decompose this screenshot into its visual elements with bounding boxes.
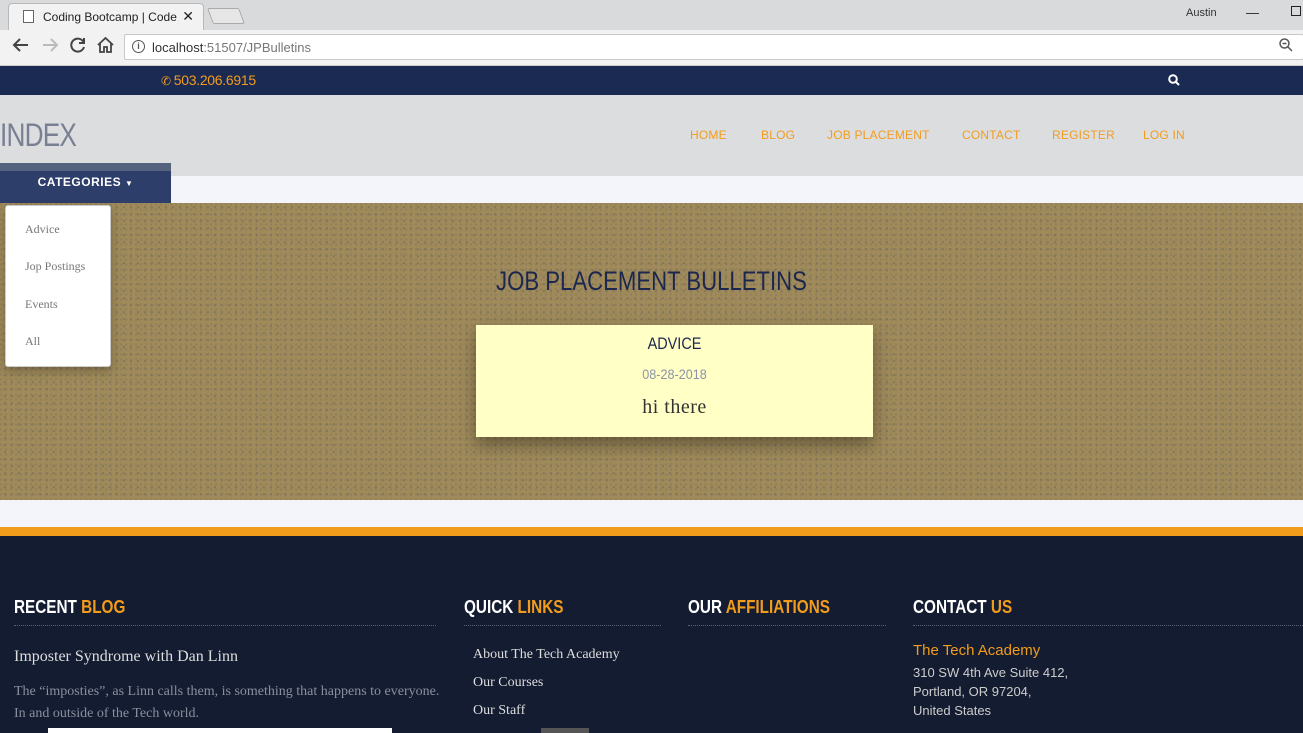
search-icon[interactable] <box>1168 73 1180 86</box>
url-input[interactable]: i localhost:51507/JPBulletins <box>124 34 1303 60</box>
categories-button[interactable]: CATEGORIES ▼ <box>0 163 171 203</box>
divider <box>14 625 436 626</box>
reload-icon[interactable] <box>69 36 87 59</box>
hero-section: JOB PLACEMENT BULLETINS ADVICE 08-28-201… <box>0 203 1303 500</box>
dropdown-item-events[interactable]: Events <box>25 297 58 312</box>
footer-heading-links: QUICK LINKS <box>464 597 564 617</box>
site-footer: RECENT BLOG Imposter Syndrome with Dan L… <box>0 536 1303 733</box>
nav-blog[interactable]: BLOG <box>761 128 795 142</box>
categories-dropdown: Advice Jop Postings Events All <box>5 205 111 367</box>
contact-address-line: Portland, OR 97204, <box>913 684 1032 699</box>
back-arrow-icon[interactable] <box>12 36 30 59</box>
minimize-icon[interactable]: — <box>1246 5 1259 20</box>
tab-title: Coding Bootcamp | Code <box>43 10 177 24</box>
recent-post-excerpt: The “imposties”, as Linn calls them, is … <box>14 684 440 721</box>
phone-text: 503.206.6915 <box>173 72 256 88</box>
contact-address-line: 310 SW 4th Ave Suite 412, <box>913 665 1069 680</box>
maximize-icon[interactable] <box>1291 6 1301 16</box>
divider <box>464 625 661 626</box>
footer-heading-contact: CONTACT US <box>913 597 1013 617</box>
dropdown-item-advice[interactable]: Advice <box>25 222 60 237</box>
recent-post-title[interactable]: Imposter Syndrome with Dan Linn <box>14 648 238 666</box>
page-icon <box>23 10 34 23</box>
footer-heading-affiliations: OUR AFFILIATIONS <box>688 597 830 617</box>
url-path: :51507/JPBulletins <box>203 40 311 55</box>
footer-divider <box>0 527 1303 536</box>
new-tab-button[interactable] <box>207 8 245 24</box>
bulletin-body: hi there <box>642 396 707 418</box>
browser-tab[interactable]: Coding Bootcamp | Code ✕ <box>8 3 204 30</box>
bulletin-category: ADVICE <box>647 334 702 353</box>
url-host: localhost <box>152 40 204 55</box>
taskbar-strip <box>48 728 392 733</box>
divider <box>913 625 1303 626</box>
phone-number[interactable]: ✆ 503.206.6915 <box>161 72 256 88</box>
nav-contact[interactable]: CONTACT <box>962 128 1021 142</box>
section-title: JOB PLACEMENT BULLETINS <box>496 266 807 296</box>
footer-link-about[interactable]: About The Tech Academy <box>473 647 620 663</box>
zoom-icon[interactable] <box>1279 38 1293 55</box>
close-tab-icon[interactable]: ✕ <box>182 8 194 25</box>
contact-org-name[interactable]: The Tech Academy <box>913 642 1040 659</box>
bulletin-card[interactable]: ADVICE 08-28-2018 hi there <box>476 325 873 437</box>
footer-link-courses[interactable]: Our Courses <box>473 675 543 691</box>
nav-job-placement[interactable]: JOB PLACEMENT <box>827 128 930 142</box>
page-title[interactable]: INDEX <box>0 117 77 154</box>
taskbar-strip <box>541 728 589 733</box>
divider <box>688 625 886 626</box>
browser-tab-strip: Coding Bootcamp | Code ✕ Austin — <box>0 0 1303 30</box>
nav-log-in[interactable]: LOG IN <box>1143 128 1185 142</box>
forward-arrow-icon[interactable] <box>41 36 59 59</box>
site-top-bar: ✆ 503.206.6915 <box>0 66 1303 95</box>
profile-name[interactable]: Austin <box>1186 7 1217 19</box>
dropdown-item-all[interactable]: All <box>25 334 40 349</box>
phone-icon: ✆ <box>161 74 171 88</box>
info-icon[interactable]: i <box>132 40 145 53</box>
address-bar: i localhost:51507/JPBulletins <box>0 30 1303 66</box>
bulletin-date: 08-28-2018 <box>642 366 707 382</box>
site-header: INDEX HOME BLOG JOB PLACEMENT CONTACT RE… <box>0 95 1303 176</box>
nav-register[interactable]: REGISTER <box>1052 128 1115 142</box>
categories-label: CATEGORIES <box>37 175 122 189</box>
dropdown-item-job-postings[interactable]: Jop Postings <box>25 259 85 274</box>
nav-home[interactable]: HOME <box>690 128 727 142</box>
caret-down-icon: ▼ <box>124 179 134 188</box>
contact-address-line: United States <box>913 703 992 718</box>
footer-link-staff[interactable]: Our Staff <box>473 703 525 719</box>
home-icon[interactable] <box>96 36 115 59</box>
footer-heading-blog: RECENT BLOG <box>14 597 126 617</box>
